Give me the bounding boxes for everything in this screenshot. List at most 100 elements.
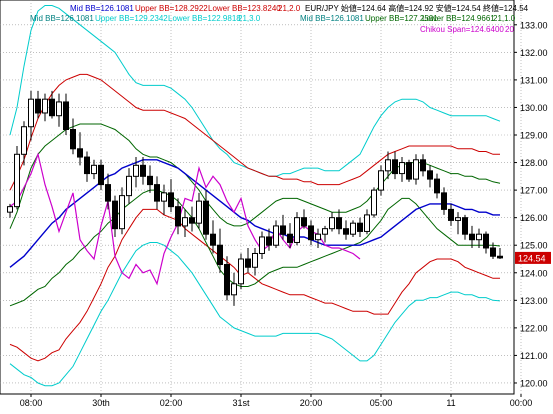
candle-body-down: [77, 148, 83, 158]
candle-body-down: [469, 233, 475, 241]
candle-body-down: [63, 101, 69, 130]
legend-quote: EUR/JPY 始値=124.64 高値=124.92 安値=124.54 終値…: [305, 3, 529, 13]
candle-body-down: [105, 184, 111, 202]
x-tick-label: 05:00: [370, 398, 393, 408]
candle: [238, 253, 244, 290]
candle-body-up: [413, 159, 419, 180]
candle-body-down: [266, 236, 272, 246]
candle-body-up: [28, 98, 34, 128]
candle-body-down: [427, 170, 433, 180]
candle-body-up: [252, 252, 258, 268]
y-tick-label: 129.00: [520, 131, 548, 141]
candle: [371, 187, 377, 218]
candle-body-down: [154, 184, 160, 202]
candle-body-down: [420, 159, 426, 172]
chart-area: 120.00 121.00 122.00 123.00 124.00 125.00 126.…: [0, 0, 553, 409]
legend-bb3-mid: Mid BB=126.1081: [300, 14, 364, 23]
legend-bb1-mid: Mid BB=126.1081: [70, 4, 134, 13]
candle-body-down: [392, 159, 398, 175]
candle: [14, 146, 20, 210]
candle-body-up: [196, 200, 202, 224]
candle-body-up: [385, 159, 391, 172]
candle-body-down: [490, 247, 496, 257]
legend-chikou-params: 20: [505, 25, 514, 34]
candle-body-down: [287, 233, 293, 243]
candle-body-down: [210, 233, 216, 246]
candle-body-down: [217, 244, 223, 266]
candle-body-down: [497, 255, 503, 259]
candle-body-down: [448, 208, 454, 221]
candle-body-up: [119, 195, 125, 230]
y-tick-label: 133.00: [520, 20, 548, 30]
candle-body-up: [315, 233, 321, 241]
y-tick-label: 126.00: [520, 213, 548, 223]
last-price-label: 124.54: [518, 253, 546, 263]
candle-body-down: [189, 217, 195, 224]
legend-bb1-params: 21,2.0: [278, 4, 301, 13]
candle-body-up: [294, 217, 300, 243]
candle-body-up: [273, 225, 279, 246]
candle-body-up: [21, 126, 27, 155]
candle-body-down: [140, 164, 146, 177]
legend-bb3-lower: Lower BB=124.9661: [422, 14, 495, 23]
candle-body-down: [147, 175, 153, 186]
legend-bb2-lower: Lower BB=122.9818: [168, 14, 241, 23]
candle-body-down: [98, 164, 104, 186]
candlestick-chart: 120.00 121.00 122.00 123.00 124.00 125.00 126.…: [0, 0, 551, 408]
candle-body-down: [483, 233, 489, 249]
y-tick-label: 123.00: [520, 296, 548, 306]
last-price-marker: 124.54: [515, 251, 551, 264]
candle-body-up: [231, 283, 237, 296]
candle-body-up: [14, 153, 20, 208]
candle-body-up: [161, 192, 167, 202]
candle-body-up: [476, 233, 482, 241]
candle-body-down: [49, 98, 55, 117]
legend-chikou: Chikou Span=124.6400: [420, 25, 504, 34]
candle-body-up: [133, 164, 139, 177]
x-tick-label: 20:00: [300, 398, 323, 408]
candle-body-down: [357, 222, 363, 232]
candle-body-down: [406, 162, 412, 180]
x-tick-label: 08:00: [20, 398, 43, 408]
candle-body-down: [336, 217, 342, 230]
candle-body-up: [91, 164, 97, 175]
candle-body-up: [7, 206, 13, 213]
candle-body-up: [126, 175, 132, 197]
candle-body-up: [364, 214, 370, 232]
candle-body-down: [224, 264, 230, 296]
candle-body-down: [112, 200, 118, 230]
candle-body-down: [301, 217, 307, 227]
x-tick-label: 11: [446, 398, 455, 408]
candle-body-down: [175, 206, 181, 227]
candle-body-up: [259, 236, 265, 254]
legend-bb1-upper: Upper BB=128.2922: [135, 4, 208, 13]
legend-bb1-lower: Lower BB=123.8240: [208, 4, 281, 13]
x-tick-label: 02:00: [160, 398, 183, 408]
candle-body-up: [455, 217, 461, 221]
candle-body-down: [462, 217, 468, 235]
y-tick-label: 124.00: [520, 268, 548, 278]
y-tick-label: 122.00: [520, 323, 548, 333]
candle-body-up: [56, 101, 62, 117]
legend-bb2-mid: Mid BB=126.1081: [30, 14, 94, 23]
y-tick-label: 130.00: [520, 103, 548, 113]
x-tick-label: 00:00: [510, 398, 533, 408]
y-tick-label: 127.00: [520, 186, 548, 196]
candle-body-down: [343, 228, 349, 235]
candle-body-up: [399, 162, 405, 175]
x-tick-label: 31st: [232, 398, 250, 408]
y-tick-label: 121.00: [520, 351, 548, 361]
candle-body-down: [168, 192, 174, 208]
candle-body-down: [434, 178, 440, 194]
candle-body-up: [350, 222, 356, 235]
candle-body-down: [245, 258, 251, 268]
candle-body-up: [182, 217, 188, 227]
candle: [350, 220, 356, 237]
y-tick-label: 132.00: [520, 48, 548, 58]
legend-bb2-upper: Upper BB=129.2342: [95, 14, 168, 23]
candle-body-up: [329, 217, 335, 230]
candle-body-up: [378, 170, 384, 191]
candle-body-up: [322, 228, 328, 235]
candle-body-down: [84, 156, 90, 175]
candle-body-up: [371, 189, 377, 216]
